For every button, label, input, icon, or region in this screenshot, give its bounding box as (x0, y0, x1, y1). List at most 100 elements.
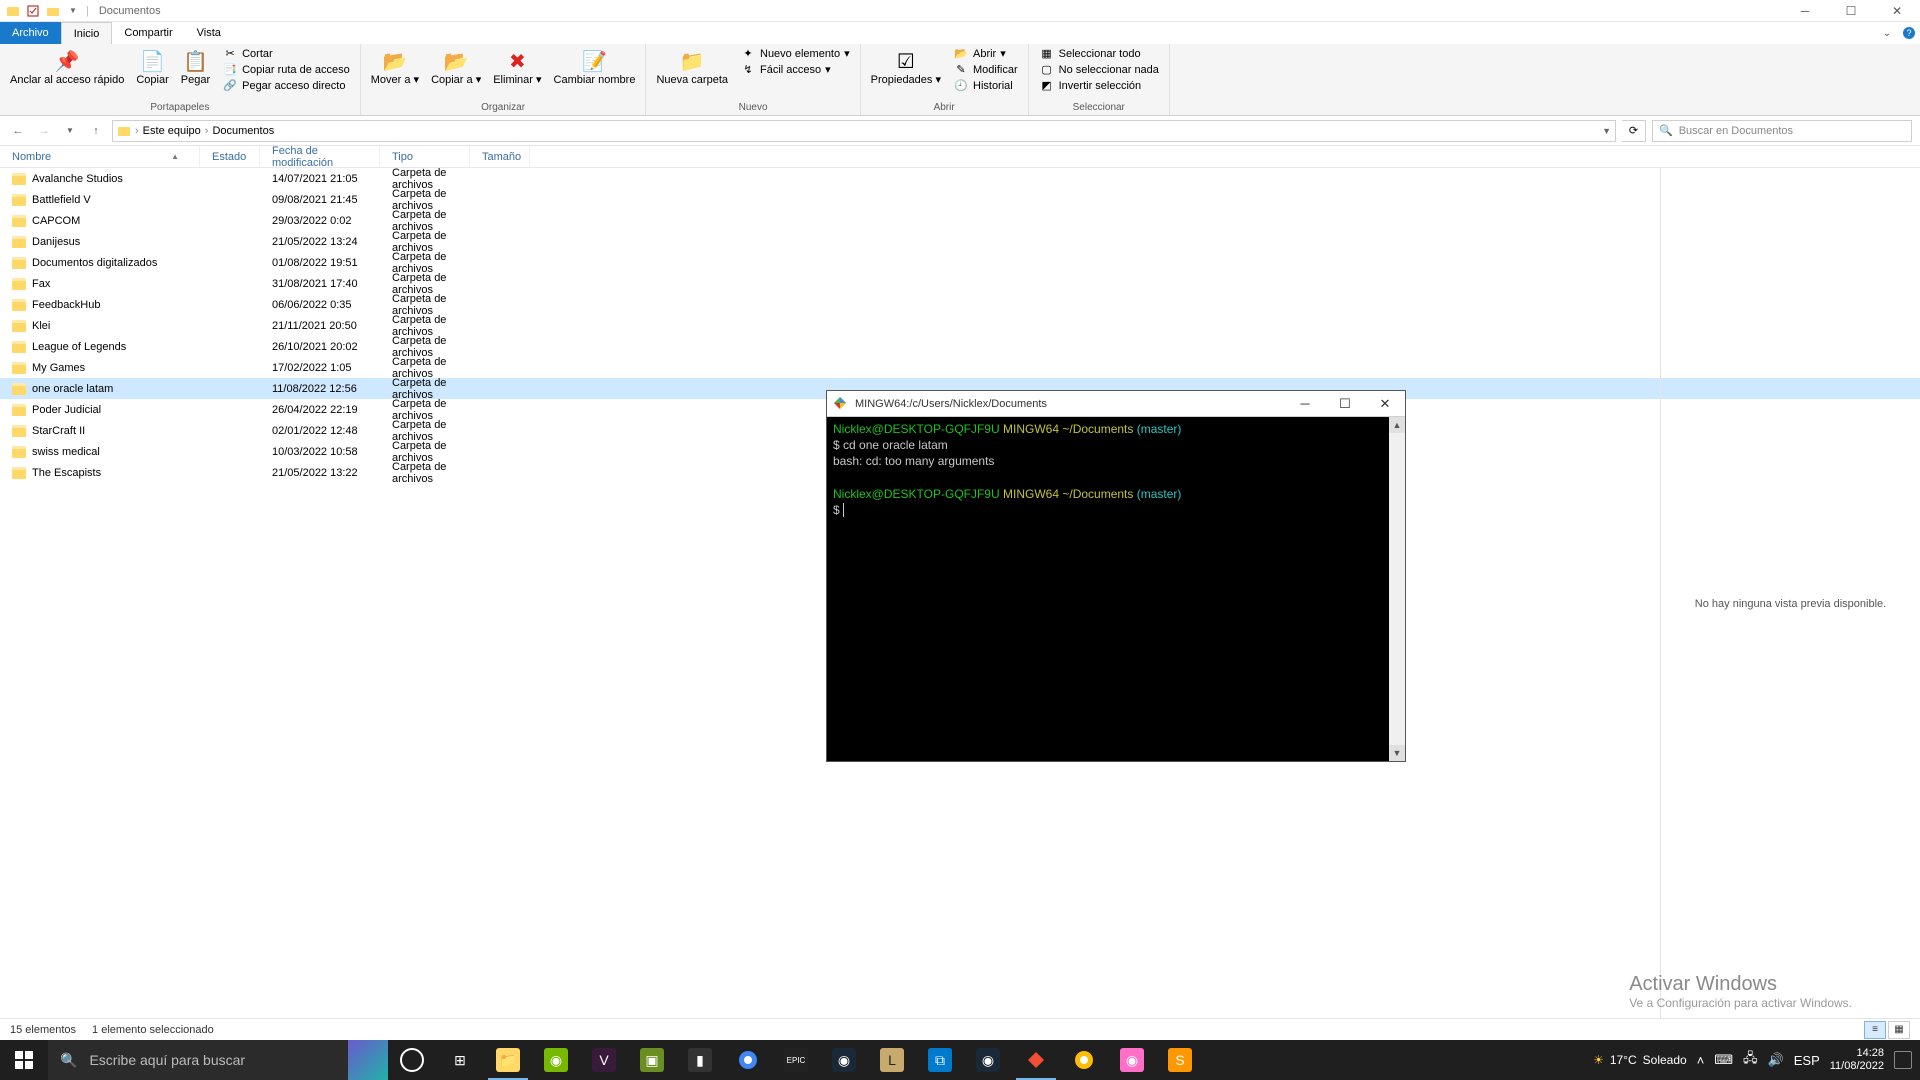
new-item-icon: ✦ (740, 47, 756, 60)
file-row[interactable]: Klei21/11/2021 20:50Carpeta de archivos (0, 315, 1920, 336)
chrome-app[interactable] (724, 1040, 772, 1080)
terminal-titlebar[interactable]: MINGW64:/c/Users/Nicklex/Documents ─ ☐ ✕ (827, 391, 1405, 417)
folder-icon (12, 236, 26, 248)
crumb-pc[interactable]: Este equipo (143, 125, 201, 137)
file-row[interactable]: My Games17/02/2022 1:05Carpeta de archiv… (0, 357, 1920, 378)
move-to-button[interactable]: 📂Mover a ▾ (367, 46, 423, 88)
terminal-scrollbar[interactable]: ▲ ▼ (1389, 417, 1405, 761)
tray-chevron-icon[interactable]: ˄ (1697, 1053, 1705, 1068)
paste-shortcut-button[interactable]: 🔗Pegar acceso directo (218, 78, 354, 93)
epic-app[interactable]: EPIC (772, 1040, 820, 1080)
maximize-button[interactable]: ☐ (1828, 0, 1874, 22)
terminal-close-button[interactable]: ✕ (1365, 391, 1405, 417)
steam2-app[interactable]: ◉ (964, 1040, 1012, 1080)
back-button[interactable]: ← (8, 121, 28, 141)
open-icon: 📂 (953, 47, 969, 60)
new-folder-button[interactable]: 📁Nueva carpeta (652, 46, 732, 88)
tray-clock[interactable]: 14:28 11/08/2022 (1830, 1047, 1884, 1073)
file-row[interactable]: Fax31/08/2021 17:40Carpeta de archivos (0, 273, 1920, 294)
properties-button[interactable]: ☑Propiedades ▾ (867, 46, 945, 88)
easy-access-button[interactable]: ↯Fácil acceso ▾ (736, 62, 854, 77)
terminal-maximize-button[interactable]: ☐ (1325, 391, 1365, 417)
git-bash-app[interactable] (1012, 1040, 1060, 1080)
chrome-canary-app[interactable] (1060, 1040, 1108, 1080)
rename-button[interactable]: 📝Cambiar nombre (550, 46, 640, 88)
steam-app[interactable]: ◉ (820, 1040, 868, 1080)
col-name[interactable]: Nombre▲ (0, 146, 200, 167)
file-row[interactable]: Avalanche Studios14/07/2021 21:05Carpeta… (0, 168, 1920, 189)
file-type: Carpeta de archivos (380, 461, 470, 485)
file-row[interactable]: FeedbackHub06/06/2022 0:35Carpeta de arc… (0, 294, 1920, 315)
minecraft-app[interactable]: ▣ (628, 1040, 676, 1080)
app-1[interactable]: V (580, 1040, 628, 1080)
invert-selection-button[interactable]: ◩Invertir selección (1035, 78, 1163, 93)
select-all-button[interactable]: ▦Seleccionar todo (1035, 46, 1163, 61)
up-button[interactable]: ↑ (86, 121, 106, 141)
copy-to-button[interactable]: 📂Copiar a ▾ (427, 46, 485, 88)
paste-button[interactable]: 📋 Pegar (177, 46, 214, 88)
app-2[interactable]: ▮ (676, 1040, 724, 1080)
search-input[interactable]: 🔍 Buscar en Documentos (1652, 120, 1912, 142)
tray-volume-icon[interactable]: 🔊 (1768, 1052, 1784, 1068)
close-button[interactable]: ✕ (1874, 0, 1920, 22)
file-row[interactable]: Documentos digitalizados01/08/2022 19:51… (0, 252, 1920, 273)
open-button[interactable]: 📂Abrir ▾ (949, 46, 1022, 61)
minimize-button[interactable]: ─ (1782, 0, 1828, 22)
tab-home[interactable]: Inicio (61, 22, 113, 44)
file-row[interactable]: Danijesus21/05/2022 13:24Carpeta de arch… (0, 231, 1920, 252)
sublime-app[interactable]: S (1156, 1040, 1204, 1080)
taskview-button[interactable] (388, 1040, 436, 1080)
tray-network-icon[interactable]: 🖧 (1743, 1049, 1758, 1071)
tab-view[interactable]: Vista (185, 22, 233, 44)
tray-keyboard-icon[interactable]: ⌨ (1714, 1052, 1733, 1068)
copy-button[interactable]: 📄 Copiar (132, 46, 172, 88)
refresh-button[interactable]: ⟳ (1622, 120, 1646, 142)
weather-widget[interactable]: ☀ 17°C Soleado (1593, 1053, 1687, 1067)
crumb-sep-icon[interactable]: › (135, 125, 139, 137)
terminal-body[interactable]: Nicklex@DESKTOP-GQFJF9U MINGW64 ~/Docume… (827, 417, 1405, 761)
tab-file[interactable]: Archivo (0, 22, 61, 44)
app-3[interactable]: ◉ (1108, 1040, 1156, 1080)
help-icon[interactable]: ? (1898, 22, 1920, 44)
tray-lang[interactable]: ESP (1794, 1053, 1820, 1068)
address-bar[interactable]: › Este equipo › Documentos ▼ (112, 120, 1616, 142)
terminal-minimize-button[interactable]: ─ (1285, 391, 1325, 417)
col-state[interactable]: Estado (200, 146, 260, 167)
col-type[interactable]: Tipo (380, 146, 470, 167)
view-icons-button[interactable]: ▦ (1888, 1021, 1910, 1039)
forward-button[interactable]: → (34, 121, 54, 141)
delete-button[interactable]: ✖Eliminar ▾ (489, 46, 545, 88)
qat-properties-icon[interactable] (26, 4, 40, 18)
explorer-app[interactable]: 📁 (484, 1040, 532, 1080)
col-date[interactable]: Fecha de modificación (260, 146, 380, 167)
edit-button[interactable]: ✎Modificar (949, 62, 1022, 77)
qat-newfolder-icon[interactable] (46, 4, 60, 18)
scroll-down-icon[interactable]: ▼ (1389, 745, 1405, 761)
view-details-button[interactable]: ≡ (1864, 1021, 1886, 1039)
crumb-docs[interactable]: Documentos (212, 125, 274, 137)
history-button[interactable]: 🕘Historial (949, 78, 1022, 93)
cortana-button[interactable]: ⊞ (436, 1040, 484, 1080)
scroll-up-icon[interactable]: ▲ (1389, 417, 1405, 433)
nvidia-app[interactable]: ◉ (532, 1040, 580, 1080)
pin-quick-access-button[interactable]: 📌 Anclar al acceso rápido (6, 46, 128, 88)
qat-dropdown-icon[interactable]: ▼ (66, 4, 80, 18)
crumb-sep-icon[interactable]: › (205, 125, 209, 137)
ribbon-minimize-icon[interactable]: ⌄ (1876, 22, 1898, 44)
recent-button[interactable]: ▼ (60, 121, 80, 141)
start-button[interactable] (0, 1040, 48, 1080)
cut-button[interactable]: ✂Cortar (218, 46, 354, 61)
col-size[interactable]: Tamaño (470, 146, 530, 167)
file-row[interactable]: CAPCOM29/03/2022 0:02Carpeta de archivos (0, 210, 1920, 231)
notifications-button[interactable] (1894, 1051, 1912, 1069)
file-row[interactable]: League of Legends26/10/2021 20:02Carpeta… (0, 336, 1920, 357)
vscode-app[interactable]: ⧉ (916, 1040, 964, 1080)
taskbar-search[interactable]: 🔍 Escribe aquí para buscar (48, 1040, 388, 1080)
tab-share[interactable]: Compartir (112, 22, 184, 44)
lol-app[interactable]: L (868, 1040, 916, 1080)
select-none-button[interactable]: ▢No seleccionar nada (1035, 62, 1163, 77)
copy-path-button[interactable]: 📑Copiar ruta de acceso (218, 62, 354, 77)
address-dropdown-icon[interactable]: ▼ (1602, 126, 1611, 136)
new-item-button[interactable]: ✦Nuevo elemento ▾ (736, 46, 854, 61)
file-row[interactable]: Battlefield V09/08/2021 21:45Carpeta de … (0, 189, 1920, 210)
